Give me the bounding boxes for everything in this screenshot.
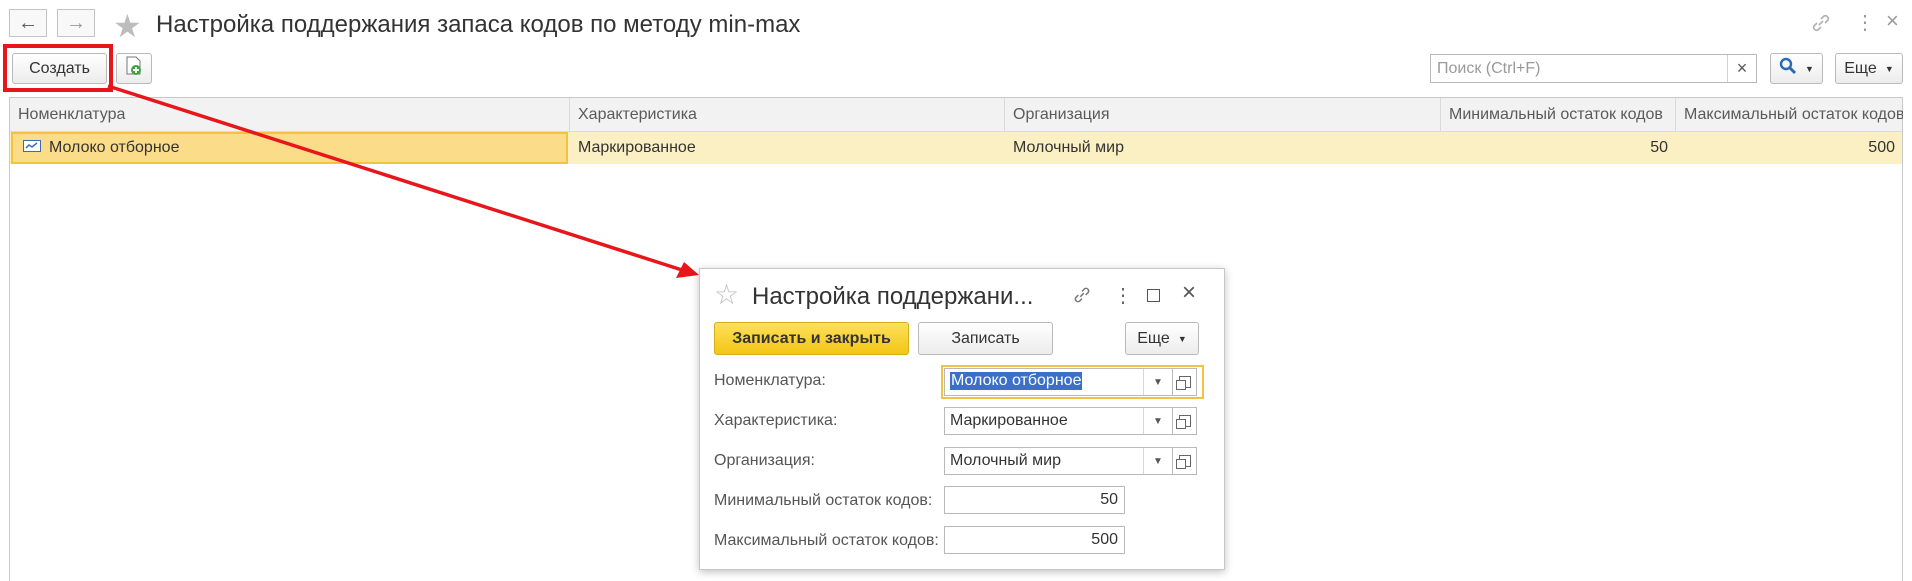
- save-and-close-button[interactable]: Записать и закрыть: [714, 322, 909, 355]
- link-icon[interactable]: [1072, 285, 1092, 310]
- min-label: Минимальный остаток кодов:: [714, 492, 933, 509]
- chevron-down-icon: ▼: [1177, 333, 1187, 344]
- organization-field[interactable]: Молочный мир ▼: [944, 447, 1173, 475]
- open-form-icon: [1175, 415, 1191, 429]
- organization-label: Организация:: [714, 452, 815, 469]
- dropdown-arrow-icon[interactable]: ▼: [1143, 448, 1172, 474]
- characteristic-field[interactable]: Маркированное ▼: [944, 407, 1173, 435]
- open-organization-button[interactable]: [1173, 447, 1197, 475]
- nomenclature-value: Молоко отборное: [950, 372, 1083, 390]
- max-value: 500: [1091, 531, 1118, 548]
- favorite-star-icon[interactable]: ☆: [714, 281, 739, 309]
- dialog-more-button[interactable]: Еще ▼: [1125, 322, 1199, 355]
- edit-dialog[interactable]: ☆ Настройка поддержани... ⋮ × Записать и…: [699, 268, 1225, 570]
- more-vertical-icon[interactable]: ⋮: [1113, 283, 1133, 308]
- dropdown-arrow-icon[interactable]: ▼: [1143, 369, 1172, 395]
- max-label: Максимальный остаток кодов:: [714, 532, 939, 549]
- maximize-icon[interactable]: [1147, 289, 1160, 302]
- dropdown-arrow-icon[interactable]: ▼: [1143, 408, 1172, 434]
- nomenclature-field[interactable]: Молоко отборное ▼: [944, 368, 1173, 396]
- characteristic-value: Маркированное: [950, 412, 1068, 429]
- organization-value: Молочный мир: [950, 452, 1062, 469]
- open-nomenclature-button[interactable]: [1173, 368, 1197, 396]
- characteristic-label: Характеристика:: [714, 412, 838, 429]
- nomenclature-label: Номенклатура:: [714, 372, 826, 389]
- open-characteristic-button[interactable]: [1173, 407, 1197, 435]
- dialog-more-label: Еще: [1137, 329, 1170, 347]
- open-form-icon: [1175, 455, 1191, 469]
- save-button[interactable]: Записать: [918, 322, 1053, 355]
- dialog-title: Настройка поддержани...: [752, 283, 1034, 310]
- min-input[interactable]: 50: [944, 486, 1125, 514]
- close-icon[interactable]: ×: [1182, 281, 1196, 305]
- min-value: 50: [1100, 491, 1118, 508]
- open-form-icon: [1175, 376, 1191, 390]
- max-input[interactable]: 500: [944, 526, 1125, 554]
